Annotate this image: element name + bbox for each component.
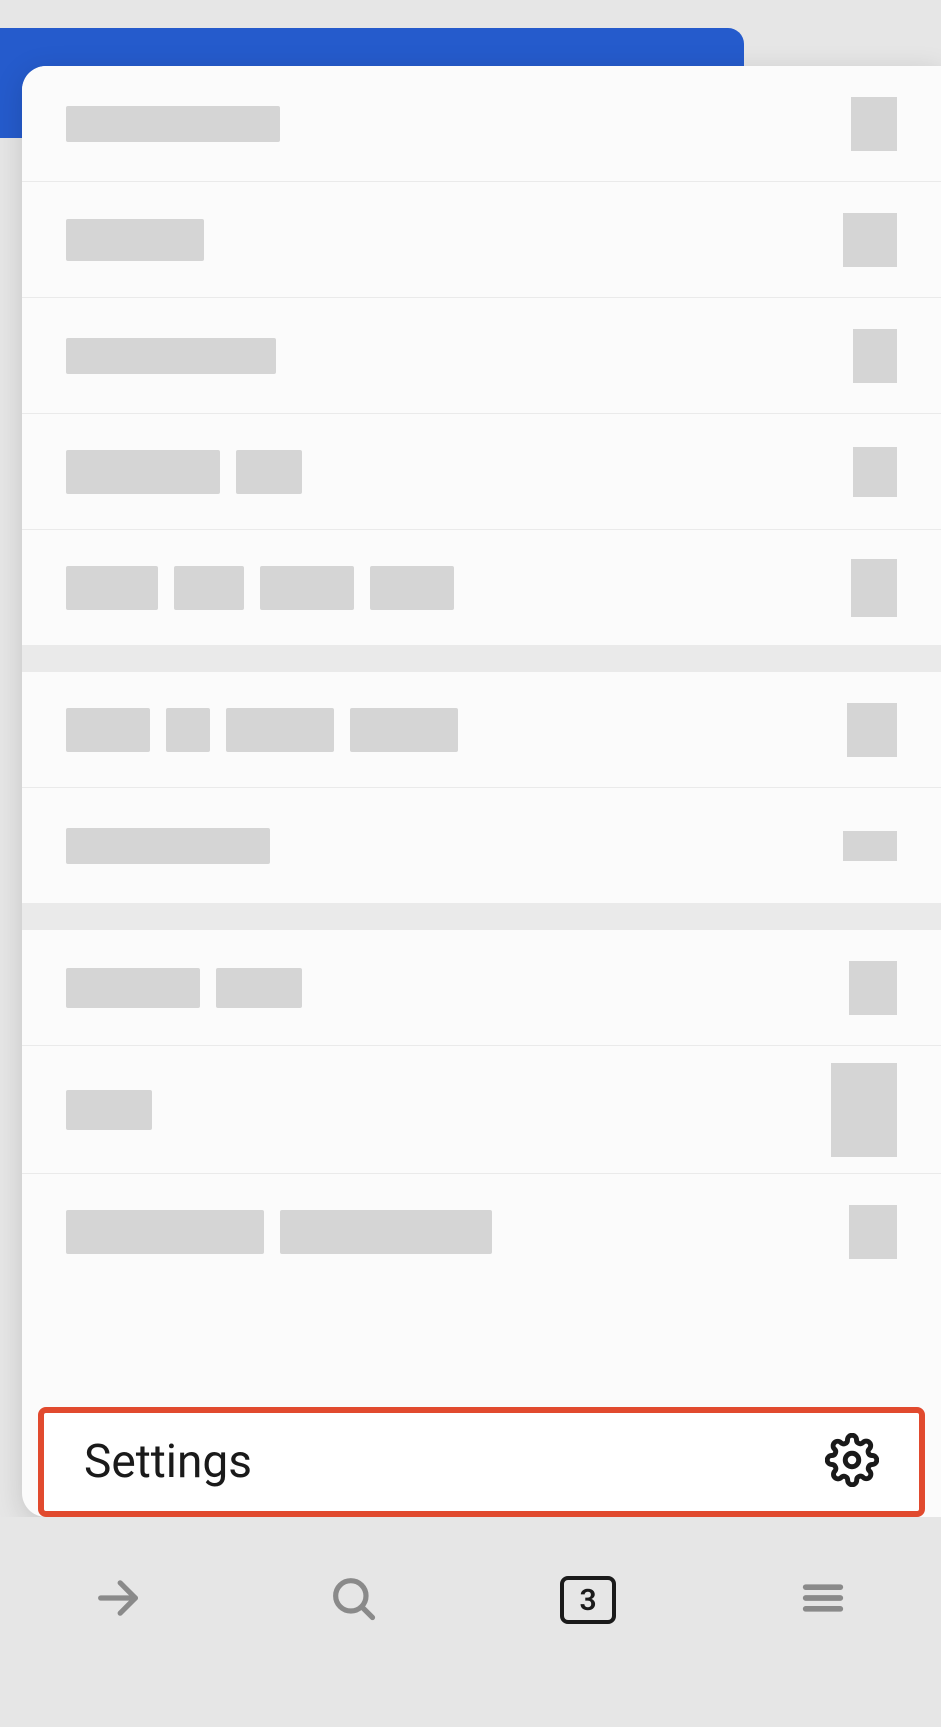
menu-item-1[interactable] [22,66,941,182]
menu-item-icon-placeholder [849,1205,897,1259]
menu-item-label-placeholder [66,450,302,494]
menu-item-label-placeholder [66,338,276,374]
app-root: Settings [0,0,941,1727]
menu-item-settings[interactable]: Settings [38,1407,925,1517]
menu-item-label-placeholder [66,828,270,864]
menu-item-icon-placeholder [853,329,897,383]
menu-item-icon-placeholder [849,961,897,1015]
menu-item-4[interactable] [22,414,941,530]
arrow-right-icon [92,1572,144,1628]
menu-item-2[interactable] [22,182,941,298]
menu-item-9[interactable] [22,1046,941,1174]
menu-item-10[interactable] [22,1174,941,1290]
menu-divider [22,904,941,930]
menu-item-icon-placeholder [853,447,897,497]
menu-item-label-placeholder [66,1210,492,1254]
hamburger-icon [797,1572,849,1628]
menu-item-label-placeholder [66,566,454,610]
menu-item-icon-placeholder [847,703,897,757]
menu-item-label-placeholder [66,1090,152,1130]
menu-item-3[interactable] [22,298,941,414]
menu-item-label-placeholder [66,106,280,142]
menu-item-7[interactable] [22,788,941,904]
bottom-toolbar: 3 [0,1517,941,1727]
settings-label: Settings [84,1435,252,1489]
tabs-icon: 3 [560,1576,616,1624]
menu-item-label-placeholder [66,708,458,752]
tab-count: 3 [580,1583,597,1618]
menu-item-icon-placeholder [851,559,897,617]
menu-item-icon-placeholder [843,831,897,861]
menu-item-label-placeholder [66,968,302,1008]
menu-item-8[interactable] [22,930,941,1046]
search-icon [327,1572,379,1628]
menu-item-label-placeholder [66,219,204,261]
gear-icon [825,1433,879,1491]
tabs-button[interactable]: 3 [538,1565,638,1635]
menu-item-5[interactable] [22,530,941,646]
forward-button[interactable] [68,1565,168,1635]
menu-item-6[interactable] [22,672,941,788]
menu-item-icon-placeholder [831,1063,897,1157]
menu-button[interactable] [773,1565,873,1635]
search-button[interactable] [303,1565,403,1635]
menu-item-icon-placeholder [851,97,897,151]
menu-divider [22,646,941,672]
menu-scroll-area [22,66,941,1395]
menu-item-icon-placeholder [843,213,897,267]
overflow-menu-panel: Settings [22,66,941,1517]
